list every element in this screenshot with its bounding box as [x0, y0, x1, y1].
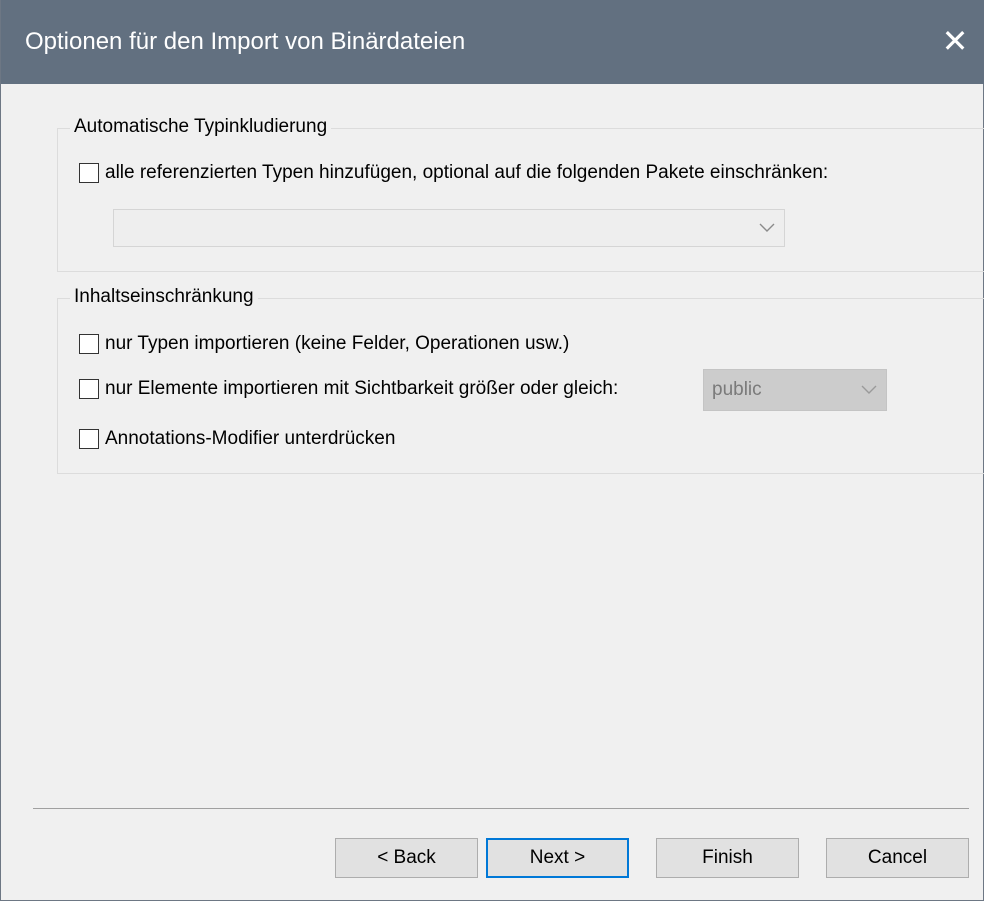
- include-referenced-types-checkbox[interactable]: [79, 163, 99, 183]
- chevron-down-icon[interactable]: [750, 210, 784, 246]
- include-referenced-types-label: alle referenzierten Typen hinzufügen, op…: [105, 162, 829, 183]
- visibility-label: nur Elemente importieren mit Sichtbarkei…: [105, 378, 619, 399]
- cancel-button[interactable]: Cancel: [826, 838, 969, 878]
- group-legend-auto: Automatische Typinkludierung: [70, 116, 332, 138]
- auto-type-inclusion-group: Automatische Typinkludierung: [57, 116, 984, 272]
- types-only-checkbox[interactable]: [79, 334, 99, 354]
- next-button[interactable]: Next >: [486, 838, 629, 878]
- back-button[interactable]: < Back: [335, 838, 478, 878]
- chevron-down-icon[interactable]: [852, 370, 886, 410]
- visibility-row[interactable]: nur Elemente importieren mit Sichtbarkei…: [79, 378, 618, 400]
- close-icon[interactable]: ✕: [925, 16, 984, 66]
- footer-divider: [33, 808, 969, 809]
- visibility-checkbox[interactable]: [79, 379, 99, 399]
- suppress-annotations-label: Annotations-Modifier unterdrücken: [105, 428, 396, 449]
- import-options-dialog: Optionen für den Import von Binärdateien…: [0, 0, 984, 901]
- types-only-row[interactable]: nur Typen importieren (keine Felder, Ope…: [79, 333, 569, 355]
- visibility-value: public: [712, 379, 762, 400]
- group-legend-content: Inhaltseinschränkung: [70, 286, 258, 308]
- suppress-annotations-checkbox[interactable]: [79, 429, 99, 449]
- finish-button[interactable]: Finish: [656, 838, 799, 878]
- include-referenced-types-row[interactable]: alle referenzierten Typen hinzufügen, op…: [79, 162, 828, 184]
- suppress-annotations-row[interactable]: Annotations-Modifier unterdrücken: [79, 428, 395, 450]
- title-bar: Optionen für den Import von Binärdateien…: [1, 0, 984, 84]
- packages-combobox[interactable]: [113, 209, 785, 247]
- window-title: Optionen für den Import von Binärdateien: [25, 28, 466, 55]
- visibility-select[interactable]: public: [703, 369, 887, 411]
- types-only-label: nur Typen importieren (keine Felder, Ope…: [105, 333, 570, 354]
